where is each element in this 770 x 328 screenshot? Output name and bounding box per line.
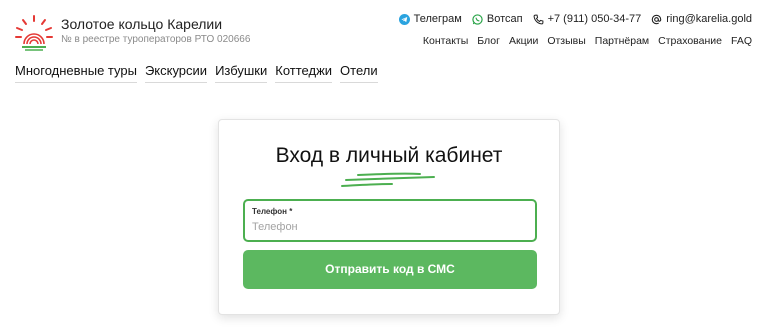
- topnav-item-faq[interactable]: FAQ: [731, 35, 752, 47]
- phone-input[interactable]: [252, 221, 522, 233]
- login-title: Вход в личный кабинет: [275, 144, 503, 167]
- topnav-item-contacts[interactable]: Контакты: [423, 35, 468, 47]
- title-underline-decoration: [341, 172, 435, 187]
- at-icon: [651, 14, 662, 24]
- contact-phone[interactable]: +7 (911) 050-34-77: [533, 13, 642, 25]
- topnav-item-partners[interactable]: Партнёрам: [595, 35, 649, 47]
- contact-telegram-label: Телеграм: [413, 13, 462, 25]
- telegram-icon: [398, 13, 410, 25]
- contact-phone-label: +7 (911) 050-34-77: [547, 13, 642, 25]
- whatsapp-icon: [472, 13, 483, 25]
- mainnav-item-hotels[interactable]: Отели: [340, 63, 378, 83]
- mainnav-item-huts[interactable]: Избушки: [215, 63, 268, 83]
- topnav-item-reviews[interactable]: Отзывы: [547, 35, 585, 47]
- contact-whatsapp-label: Вотсап: [486, 13, 523, 25]
- top-nav: Контакты Блог Акции Отзывы Партнёрам Стр…: [423, 35, 752, 47]
- topnav-item-promotions[interactable]: Акции: [509, 35, 538, 47]
- topnav-item-blog[interactable]: Блог: [477, 35, 500, 47]
- brand-logo-icon[interactable]: [15, 14, 53, 52]
- contact-whatsapp[interactable]: Вотсап: [472, 13, 523, 25]
- topnav-item-insurance[interactable]: Страхование: [658, 35, 722, 47]
- mainnav-item-cottages[interactable]: Коттеджи: [275, 63, 333, 83]
- brand-registry-number: № в реестре туроператоров РТО 020666: [61, 34, 251, 45]
- contact-telegram[interactable]: Телеграм: [398, 13, 462, 25]
- mainnav-item-excursions[interactable]: Экскурсии: [144, 63, 208, 83]
- phone-field[interactable]: Телефон *: [243, 199, 537, 242]
- brand-title[interactable]: Золотое кольцо Карелии: [61, 16, 222, 32]
- login-card: Вход в личный кабинет Телефон * Отправит…: [218, 119, 560, 315]
- main-nav: Многодневные туры Экскурсии Избушки Котт…: [15, 63, 378, 83]
- contact-email-label: ring@karelia.gold: [666, 13, 752, 25]
- mainnav-item-multiday-tours[interactable]: Многодневные туры: [15, 63, 137, 83]
- phone-field-label: Телефон *: [252, 207, 293, 216]
- send-sms-code-button[interactable]: Отправить код в СМС: [243, 250, 537, 289]
- phone-icon: [533, 14, 543, 24]
- contacts-bar: Телеграм Вотсап +7 (911) 050-34-77 ring@…: [398, 13, 752, 25]
- contact-email[interactable]: ring@karelia.gold: [651, 13, 752, 25]
